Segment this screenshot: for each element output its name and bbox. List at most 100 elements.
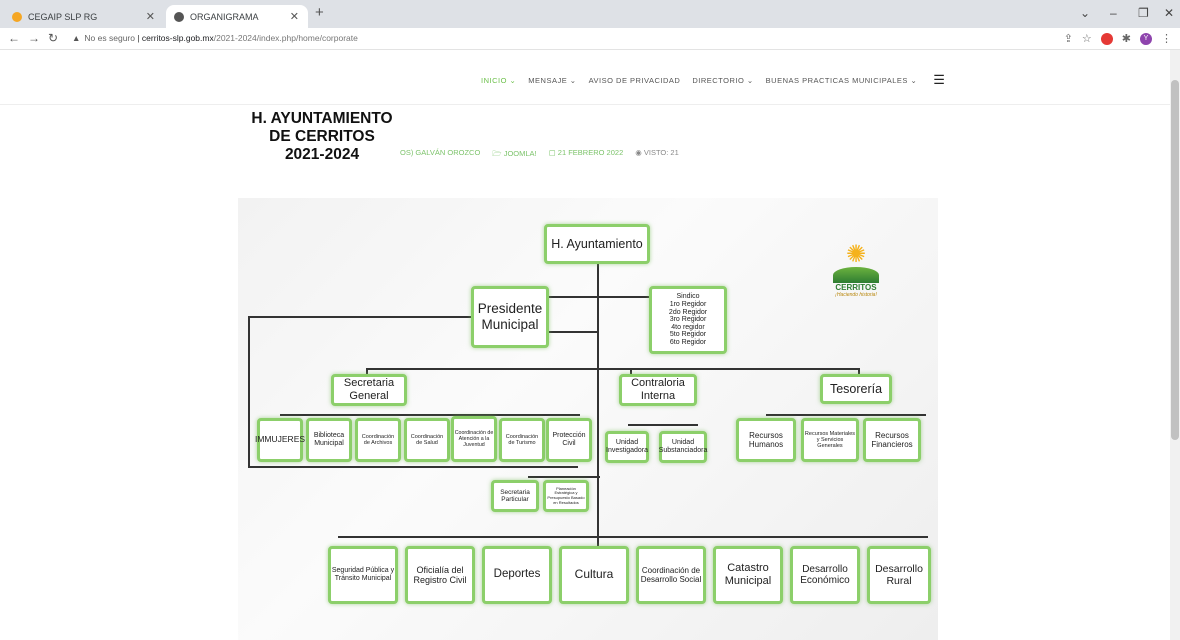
tab-favicon-icon — [12, 11, 22, 22]
connector-line — [628, 424, 698, 426]
tab-search-icon[interactable]: ⌄ — [1080, 6, 1090, 20]
restore-icon[interactable]: ❐ — [1138, 6, 1149, 20]
org-box-unit: Unidad Investigadora — [605, 431, 649, 463]
main-menu: INICIO ⌄ MENSAJE ⌄ AVISO DE PRIVACIDAD D… — [481, 72, 945, 88]
org-box-unit: Biblioteca Municipal — [306, 418, 352, 462]
nav-directorio[interactable]: DIRECTORIO ⌄ — [692, 76, 753, 85]
emblem-name: CERRITOS — [835, 283, 877, 292]
site-navbar: INICIO ⌄ MENSAJE ⌄ AVISO DE PRIVACIDAD D… — [0, 50, 1170, 105]
folder-icon: 🗁 — [492, 149, 504, 158]
close-window-icon[interactable]: ✕ — [1164, 6, 1174, 20]
tab-title: ORGANIGRAMA — [190, 11, 259, 22]
org-box-direction: Seguridad Pública y Tránsito Municipal — [328, 546, 398, 604]
article-meta: OS) GALVÁN OROZCO 🗁 JOOMLA! ▢ 21 FEBRERO… — [400, 148, 679, 161]
org-box-unit: Protección Civil — [546, 418, 592, 462]
org-box-direction: Cultura — [559, 546, 629, 604]
nav-mensaje[interactable]: MENSAJE ⌄ — [528, 76, 576, 85]
org-box-unit: Coordinación de Archivos — [355, 418, 401, 462]
category-link[interactable]: JOOMLA! — [504, 149, 537, 158]
eye-icon: ◉ — [635, 148, 644, 157]
emblem-slogan: ¡Haciendo historia! — [835, 292, 877, 298]
hamburger-menu-icon[interactable]: ☰ — [933, 72, 945, 88]
adblock-icon[interactable] — [1100, 32, 1113, 45]
org-box-unit: Recursos Humanos — [736, 418, 796, 462]
profile-avatar[interactable]: Y — [1140, 32, 1152, 45]
org-chart-image: ✺ CERRITOS ¡Haciendo historia! H. Ayunta… — [238, 198, 938, 640]
site-logo-title[interactable]: H. AYUNTAMIENTO DE CERRITOS 2021-2024 — [242, 110, 402, 164]
new-tab-icon[interactable]: + — [315, 4, 324, 21]
org-box-direction: Coordinación de Desarrollo Social — [636, 546, 706, 604]
tab-title: CEGAIP SLP RG — [28, 11, 98, 22]
org-box-direction: Catastro Municipal — [713, 546, 783, 604]
cerritos-emblem: ✺ CERRITOS ¡Haciendo historia! — [828, 243, 884, 323]
browser-tab-bar: CEGAIP SLP RG ✕ ORGANIGRAMA ✕ + ⌄ – ❐ ✕ — [0, 0, 1180, 28]
url-path: /2021-2024/index.php/home/corporate — [213, 33, 358, 43]
org-box-unit: Secretaria Particular — [491, 480, 539, 512]
page-scrollbar[interactable] — [1170, 50, 1180, 640]
org-box-unit: Recursos Materiales y Servicios Generale… — [801, 418, 859, 462]
cabildo-item: 4to regidor — [671, 323, 705, 331]
org-box-direction: Desarrollo Rural — [867, 546, 931, 604]
cabildo-item: 5to Regidor — [669, 331, 707, 339]
address-bar: ← → ↻ ▲ No es seguro | cerritos-slp.gob.m… — [0, 28, 1180, 50]
author-link[interactable]: OS) GALVÁN OROZCO — [400, 148, 480, 161]
cabildo-item: 6to Regidor — [669, 338, 707, 346]
security-label: No es seguro — [84, 33, 135, 43]
forward-icon[interactable]: → — [28, 31, 40, 45]
org-box-unit: Coordinación de Atención a la Juventud — [451, 416, 497, 462]
nav-buenas-practicas[interactable]: BUENAS PRACTICAS MUNICIPALES ⌄ — [766, 76, 918, 85]
connector-line — [338, 536, 928, 538]
connector-line — [597, 262, 599, 552]
org-box-ayuntamiento: H. Ayuntamiento — [544, 224, 650, 264]
calendar-icon: ▢ — [548, 148, 558, 157]
web-page: INICIO ⌄ MENSAJE ⌄ AVISO DE PRIVACIDAD D… — [0, 50, 1180, 640]
connector-line — [280, 414, 580, 416]
extensions-puzzle-icon[interactable]: ✱ — [1122, 32, 1131, 45]
org-box-unit: Coordinación de Turismo — [499, 418, 545, 462]
connector-line — [248, 466, 578, 468]
connector-line — [548, 331, 598, 333]
nav-aviso-privacidad[interactable]: AVISO DE PRIVACIDAD — [589, 76, 681, 85]
cabildo-item: 1ro Regidor — [669, 301, 707, 309]
org-box-direction: Deportes — [482, 546, 552, 604]
connector-line — [528, 476, 600, 478]
minimize-icon[interactable]: – — [1110, 6, 1117, 20]
cabildo-item: 2do Regidor — [668, 308, 708, 316]
org-box-direction: Oficialía del Registro Civil — [405, 546, 475, 604]
connector-line — [248, 316, 250, 466]
tab-cegaip[interactable]: CEGAIP SLP RG ✕ — [4, 5, 164, 28]
tab-favicon-icon — [174, 11, 184, 22]
site-title-line: H. AYUNTAMIENTO — [251, 110, 393, 127]
org-box-unit: Unidad Substanciadora — [659, 431, 707, 463]
reload-icon[interactable]: ↻ — [48, 31, 58, 45]
org-box-tesoreria: Tesorería — [820, 374, 892, 404]
share-icon[interactable]: ⇪ — [1064, 32, 1073, 45]
bookmark-star-icon[interactable]: ☆ — [1082, 32, 1092, 45]
publish-date: 21 FEBRERO 2022 — [557, 148, 624, 157]
field-icon — [833, 267, 879, 283]
connector-line — [766, 414, 926, 416]
org-box-unit: IMMUJERES — [255, 418, 305, 462]
tab-close-icon[interactable]: ✕ — [290, 10, 299, 23]
nav-inicio[interactable]: INICIO ⌄ — [481, 76, 516, 85]
org-box-cabildo: Sindico 1ro Regidor 2do Regidor 3ro Regi… — [649, 286, 727, 354]
url-field[interactable]: ▲ No es seguro | cerritos-slp.gob.mx/2021… — [72, 33, 358, 43]
site-title-line: 2021-2024 — [284, 146, 360, 163]
back-icon[interactable]: ← — [8, 31, 20, 45]
org-box-secretaria-general: Secretaria General — [331, 374, 407, 406]
extensions-area: ⇪ ☆ ✱ Y ⋮ — [1064, 32, 1172, 45]
menu-kebab-icon[interactable]: ⋮ — [1161, 32, 1172, 45]
view-count: VISTO: 21 — [643, 148, 679, 157]
site-title-line: DE CERRITOS — [269, 128, 375, 145]
sun-icon: ✺ — [845, 241, 867, 268]
connector-line — [366, 368, 860, 370]
org-box-unit: Coordinación de Salud — [404, 418, 450, 462]
scrollbar-thumb[interactable] — [1171, 80, 1179, 440]
tab-organigrama[interactable]: ORGANIGRAMA ✕ — [166, 5, 308, 28]
org-box-unit: Recursos Financieros — [863, 418, 921, 462]
tab-close-icon[interactable]: ✕ — [146, 10, 155, 23]
org-box-contraloria: Contraloria Interna — [619, 374, 697, 406]
url-host: cerritos-slp.gob.mx — [141, 33, 214, 43]
connector-line — [248, 316, 472, 318]
org-box-presidente: Presidente Municipal — [471, 286, 549, 348]
